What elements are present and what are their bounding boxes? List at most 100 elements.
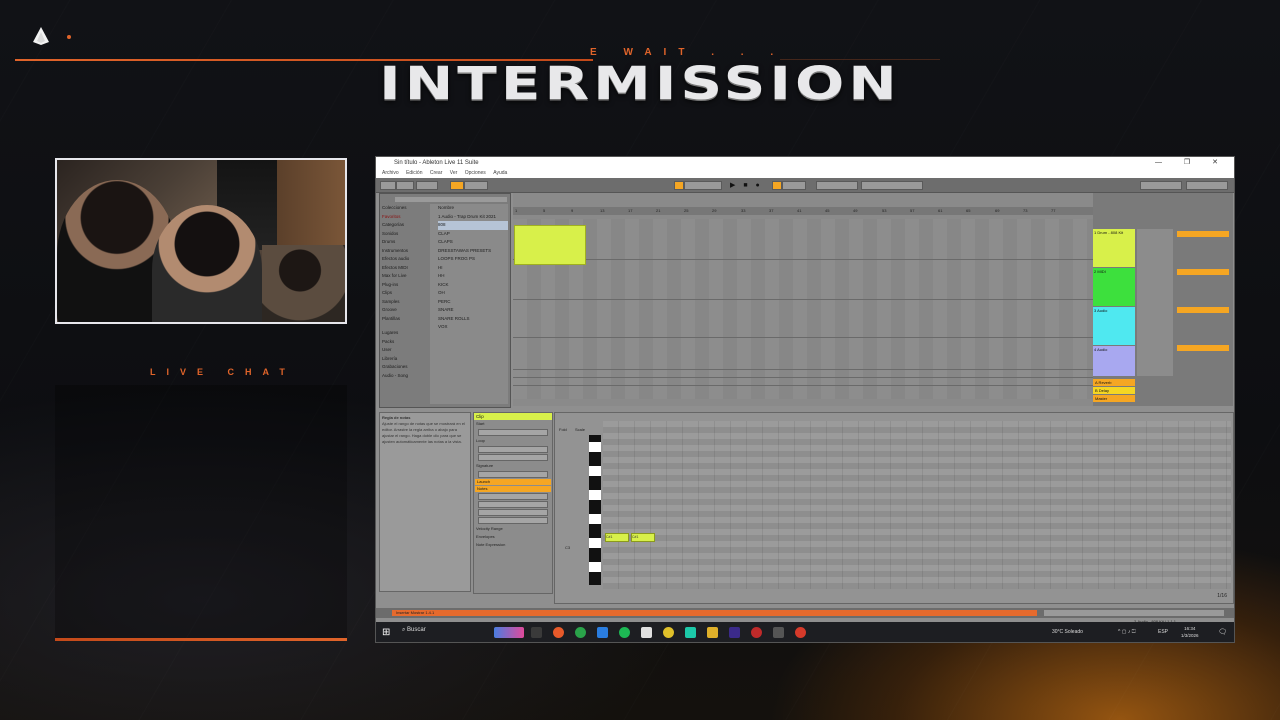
category-item[interactable]: Samples <box>382 298 424 307</box>
browser-search-input[interactable] <box>395 197 507 202</box>
system-tray-icons[interactable]: ^ ▢ ♪ ⏍ <box>1118 629 1136 635</box>
file-item[interactable]: VOX <box>438 323 508 332</box>
category-item[interactable]: Groove <box>382 306 424 315</box>
premiere-icon[interactable] <box>729 627 740 638</box>
file-item[interactable]: HI <box>438 264 508 273</box>
file-item[interactable]: HH <box>438 272 508 281</box>
metronome-button[interactable] <box>450 181 464 190</box>
fold-button[interactable]: Fold <box>559 427 567 432</box>
category-item[interactable]: Instrumentos <box>382 247 424 256</box>
menu-item-edicion[interactable]: Edición <box>406 170 422 176</box>
grid-size-label[interactable]: 1/16 <box>1217 593 1227 599</box>
file-item[interactable]: CLAPS <box>438 238 508 247</box>
file-item[interactable]: CLAP <box>438 230 508 239</box>
file-item[interactable]: 1 Audio - Trap Drum Kit 2021 <box>438 213 508 222</box>
menu-item-crear[interactable]: Crear <box>430 170 443 176</box>
track-1-header[interactable]: 1 Drum - 808 Kit <box>1093 229 1135 267</box>
track-activator[interactable] <box>1177 307 1229 313</box>
loop-start-field[interactable] <box>816 181 858 190</box>
launch-section[interactable]: Launch <box>475 479 551 485</box>
category-item[interactable]: Plug-ins <box>382 281 424 290</box>
edge-icon[interactable] <box>575 627 586 638</box>
tap-button[interactable] <box>380 181 396 190</box>
midi-note[interactable]: C#1 <box>631 533 655 542</box>
menu-item-archivo[interactable]: Archivo <box>382 170 399 176</box>
category-item[interactable]: Max for Live <box>382 272 424 281</box>
menu-item-opciones[interactable]: Opciones <box>465 170 486 176</box>
midi-note[interactable]: C#1 <box>605 533 629 542</box>
arrangement-position[interactable] <box>684 181 722 190</box>
time-signature-field[interactable] <box>416 181 438 190</box>
clip-start-field[interactable] <box>478 429 548 436</box>
task-view-icon[interactable] <box>531 627 542 638</box>
track-activator[interactable] <box>1177 269 1229 275</box>
quantize-menu[interactable] <box>464 181 488 190</box>
place-item[interactable]: Packs <box>382 338 424 347</box>
category-item[interactable]: Clips <box>382 289 424 298</box>
app-icon[interactable] <box>641 627 652 638</box>
app-icon[interactable] <box>795 627 806 638</box>
return-track-b[interactable]: B Delay <box>1093 387 1135 394</box>
category-item[interactable]: Sonidos <box>382 230 424 239</box>
arrangement-clip[interactable] <box>514 225 586 265</box>
track-3-header[interactable]: 3 Audio <box>1093 307 1135 345</box>
file-item[interactable]: OH <box>438 289 508 298</box>
loop-length-field[interactable] <box>861 181 923 190</box>
ableton-icon[interactable] <box>773 627 784 638</box>
browser-favorites[interactable]: Favoritos <box>382 213 424 222</box>
file-item[interactable]: 808 <box>438 221 508 230</box>
chrome-icon[interactable] <box>751 627 762 638</box>
scale-button[interactable]: Scale <box>575 427 585 432</box>
window-controls[interactable]: — ❐ ✕ <box>1155 157 1228 169</box>
clip-signature-field[interactable] <box>478 471 548 478</box>
file-item[interactable]: PERC <box>438 298 508 307</box>
clip-header[interactable]: Clip <box>474 413 552 420</box>
key-midi-map[interactable] <box>1140 181 1182 190</box>
app-icon[interactable] <box>553 627 564 638</box>
chrome-icon[interactable] <box>663 627 674 638</box>
master-track[interactable]: Master <box>1093 395 1135 402</box>
overdub-button[interactable] <box>772 181 782 190</box>
place-item[interactable]: Grabaciones <box>382 363 424 372</box>
windows-start-icon[interactable]: ⊞ <box>382 627 390 638</box>
file-item[interactable]: DRESSTAWAS PRESETS <box>438 247 508 256</box>
track-io-controls[interactable] <box>1137 229 1173 376</box>
clip-position-field[interactable] <box>478 446 548 453</box>
automation-arm[interactable] <box>782 181 806 190</box>
spotify-icon[interactable] <box>619 627 630 638</box>
follow-button[interactable] <box>674 181 684 190</box>
transport-play-stop-record[interactable]: ▶ ■ ● <box>730 181 763 189</box>
file-item[interactable]: SNARE ROLLS <box>438 315 508 324</box>
tempo-field[interactable] <box>396 181 414 190</box>
category-item[interactable]: Plantillas <box>382 315 424 324</box>
track-activator[interactable] <box>1177 345 1229 351</box>
note-grid[interactable]: C#1 C#1 <box>603 421 1231 589</box>
category-item[interactable]: Drums <box>382 238 424 247</box>
app-icon[interactable] <box>685 627 696 638</box>
piano-roll-keys[interactable] <box>589 435 601 585</box>
legato-duplicate-buttons[interactable] <box>478 509 548 516</box>
track-2-header[interactable]: 2 MIDI <box>1093 268 1135 306</box>
envelopes-label[interactable]: Envelopes <box>474 533 552 541</box>
track-4-header[interactable]: 4 Audio <box>1093 346 1135 376</box>
notification-icon[interactable]: 🗨 <box>1218 628 1227 636</box>
notes-transpose[interactable] <box>478 493 548 500</box>
news-widget-icon[interactable] <box>494 627 524 638</box>
file-item[interactable]: SNARE <box>438 306 508 315</box>
notes-section[interactable]: Notes <box>475 486 551 492</box>
clip-length-field[interactable] <box>478 454 548 461</box>
file-item[interactable]: LOOPS FROG PS <box>438 255 508 264</box>
weather-widget[interactable]: 30°C Soleado <box>1052 629 1083 635</box>
language-indicator[interactable]: ESP <box>1158 629 1168 635</box>
place-item[interactable]: User <box>382 346 424 355</box>
category-item[interactable]: Efectos MIDI <box>382 264 424 273</box>
track-mixer-controls[interactable] <box>1175 229 1231 376</box>
category-item[interactable]: Efectos audio <box>382 255 424 264</box>
randomize-button[interactable] <box>478 517 548 524</box>
taskbar-clock[interactable]: 16:34 1/3/2026 <box>1181 625 1199 639</box>
taskbar-search[interactable]: ⌕ Buscar <box>402 627 426 634</box>
track-activator[interactable] <box>1177 231 1229 237</box>
place-item[interactable]: Audio - Song <box>382 372 424 381</box>
menu-item-ver[interactable]: Ver <box>450 170 458 176</box>
reverse-invert-buttons[interactable] <box>478 501 548 508</box>
